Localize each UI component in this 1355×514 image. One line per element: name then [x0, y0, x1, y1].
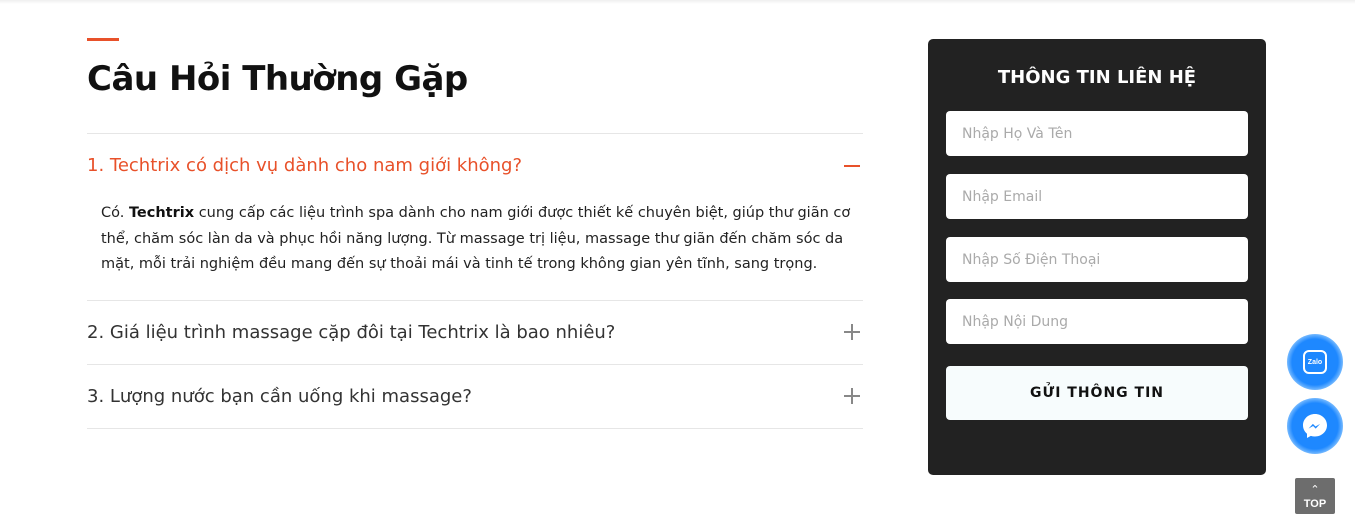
faq-question-3[interactable]: 3. Lượng nước bạn cần uống khi massage?	[87, 365, 863, 428]
messenger-icon	[1303, 414, 1327, 438]
header-shadow	[0, 0, 1355, 4]
phone-input[interactable]	[946, 237, 1248, 282]
plus-icon[interactable]	[844, 324, 860, 340]
contact-form-panel: THÔNG TIN LIÊN HỆ GỬI THÔNG TIN	[928, 39, 1266, 475]
zalo-chat-button[interactable]: Zalo	[1287, 334, 1343, 390]
back-to-top-label: TOP	[1303, 498, 1327, 510]
title-accent-bar	[87, 38, 119, 41]
minus-icon[interactable]	[844, 158, 860, 174]
faq-section: Câu Hỏi Thường Gặp 1. Techtrix có dịch v…	[87, 38, 863, 429]
answer-text: cung cấp các liệu trình spa dành cho nam…	[101, 205, 851, 272]
faq-list: 1. Techtrix có dịch vụ dành cho nam giới…	[87, 133, 863, 429]
faq-question-text: 3. Lượng nước bạn cần uống khi massage?	[87, 385, 472, 407]
chevron-up-icon: ⌃	[1310, 483, 1320, 496]
faq-answer-1: Có. Techtrix cung cấp các liệu trình spa…	[87, 197, 861, 300]
zalo-icon: Zalo	[1303, 350, 1327, 374]
message-input[interactable]	[946, 299, 1248, 344]
answer-prefix: Có.	[101, 205, 129, 221]
faq-question-text: 1. Techtrix có dịch vụ dành cho nam giới…	[87, 155, 523, 176]
faq-item: 1. Techtrix có dịch vụ dành cho nam giới…	[87, 134, 863, 301]
name-input[interactable]	[946, 111, 1248, 156]
back-to-top-button[interactable]: ⌃ TOP	[1295, 478, 1335, 514]
faq-question-1[interactable]: 1. Techtrix có dịch vụ dành cho nam giới…	[87, 134, 863, 197]
zalo-icon-label: Zalo	[1307, 358, 1323, 366]
faq-item: 3. Lượng nước bạn cần uống khi massage?	[87, 365, 863, 429]
contact-form-title: THÔNG TIN LIÊN HỆ	[997, 67, 1197, 88]
faq-question-text: 2. Giá liệu trình massage cặp đôi tại Te…	[87, 321, 616, 343]
submit-button[interactable]: GỬI THÔNG TIN	[946, 366, 1248, 420]
email-input[interactable]	[946, 174, 1248, 219]
faq-item: 2. Giá liệu trình massage cặp đôi tại Te…	[87, 301, 863, 365]
answer-brand: Techtrix	[128, 205, 195, 221]
faq-title: Câu Hỏi Thường Gặp	[87, 59, 468, 99]
plus-icon[interactable]	[844, 388, 860, 404]
messenger-chat-button[interactable]	[1287, 398, 1343, 454]
faq-question-2[interactable]: 2. Giá liệu trình massage cặp đôi tại Te…	[87, 301, 863, 364]
